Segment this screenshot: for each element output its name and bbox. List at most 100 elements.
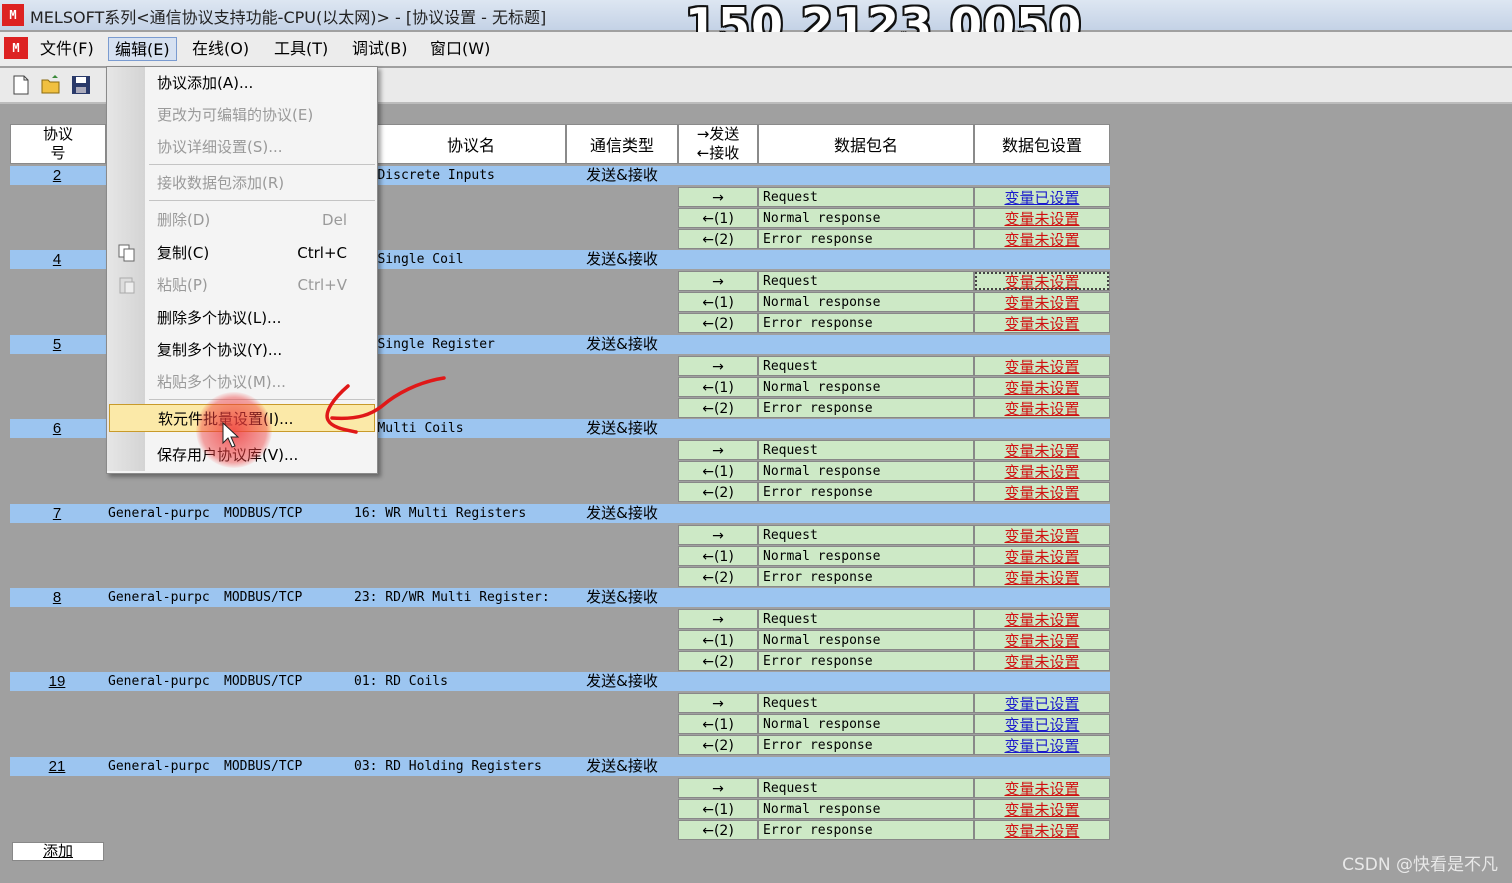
packet-name[interactable]: Request <box>758 609 974 629</box>
packet-name[interactable]: Normal response <box>758 799 974 819</box>
menu-file[interactable]: 文件(F) <box>34 37 100 61</box>
packet-name[interactable]: Error response <box>758 398 974 418</box>
menu-separator <box>149 200 375 201</box>
protocol-name: RD Discrete Inputs <box>354 168 495 183</box>
edit-menu-item[interactable]: 复制(C) Ctrl+C <box>147 239 375 267</box>
protocol-number[interactable]: 8 <box>10 588 104 607</box>
packet-direction: ←(1) <box>678 799 758 819</box>
packet-direction: → <box>678 356 758 376</box>
packet-setting-link[interactable]: 变量未设置 <box>974 820 1110 840</box>
packet-setting-link[interactable]: 变量已设置 <box>974 735 1110 755</box>
app-logo-icon: M <box>2 4 24 26</box>
protocol-number[interactable]: 6 <box>10 419 104 438</box>
edit-menu-item[interactable]: 协议添加(A)... <box>147 69 375 97</box>
packet-name[interactable]: Normal response <box>758 461 974 481</box>
packet-name[interactable]: Normal response <box>758 292 974 312</box>
edit-menu-item-label: 复制多个协议(Y)... <box>157 341 283 359</box>
packet-name[interactable]: Request <box>758 778 974 798</box>
packet-setting-link[interactable]: 变量未设置 <box>974 398 1110 418</box>
packet-setting-link[interactable]: 变量未设置 <box>974 799 1110 819</box>
edit-menu-item-shortcut: Ctrl+V <box>297 276 347 294</box>
open-folder-icon[interactable] <box>40 74 62 96</box>
packet-name[interactable]: Error response <box>758 651 974 671</box>
packet-name[interactable]: Normal response <box>758 377 974 397</box>
annotation-arrow-icon <box>325 376 446 434</box>
packet-setting-link[interactable]: 变量未设置 <box>974 377 1110 397</box>
packet-name[interactable]: Request <box>758 440 974 460</box>
packet-name[interactable]: Error response <box>758 229 974 249</box>
packet-setting-link[interactable]: 变量未设置 <box>974 630 1110 650</box>
packet-name[interactable]: Error response <box>758 820 974 840</box>
protocol-number[interactable]: 19 <box>10 672 104 691</box>
packet-setting-link[interactable]: 变量已设置 <box>974 187 1110 207</box>
protocol-number[interactable]: 2 <box>10 166 104 185</box>
edit-menu-item[interactable]: 删除多个协议(L)... <box>147 304 375 332</box>
packet-setting-link[interactable]: 变量未设置 <box>974 778 1110 798</box>
packet-setting-link[interactable]: 变量未设置 <box>974 440 1110 460</box>
packet-setting-link[interactable]: 变量未设置 <box>974 313 1110 333</box>
packet-setting-link[interactable]: 变量已设置 <box>974 693 1110 713</box>
packet-setting-link[interactable]: 变量未设置 <box>974 567 1110 587</box>
edit-menu-item: 删除(D) Del <box>147 206 375 234</box>
packet-setting-link[interactable]: 变量未设置 <box>974 525 1110 545</box>
menu-logo-icon[interactable]: M <box>4 37 28 59</box>
packet-setting-link[interactable]: 变量未设置 <box>974 208 1110 228</box>
protocol-name: 03: RD Holding Registers <box>354 759 542 774</box>
packet-setting-link[interactable]: 变量未设置 <box>974 651 1110 671</box>
packet-name[interactable]: Request <box>758 187 974 207</box>
packet-name[interactable]: Normal response <box>758 208 974 228</box>
comm-type: 发送&接收 <box>586 419 658 437</box>
packet-direction: ←(2) <box>678 313 758 333</box>
protocol-number[interactable]: 7 <box>10 504 104 523</box>
packet-setting-link[interactable]: 变量未设置 <box>974 546 1110 566</box>
new-file-icon[interactable] <box>10 74 32 96</box>
packet-setting-link[interactable]: 变量未设置 <box>974 292 1110 312</box>
protocol-category: General-purpc <box>108 506 210 521</box>
menu-window[interactable]: 窗口(W) <box>424 37 496 61</box>
protocol-category: General-purpc <box>108 759 210 774</box>
add-protocol-button[interactable]: 添加 <box>12 842 104 861</box>
copy-icon <box>118 244 135 262</box>
save-icon[interactable] <box>70 74 92 96</box>
packet-direction: ←(2) <box>678 735 758 755</box>
packet-name[interactable]: Normal response <box>758 630 974 650</box>
protocol-number[interactable]: 4 <box>10 250 104 269</box>
packet-setting-link[interactable]: 变量未设置 <box>974 609 1110 629</box>
packet-name[interactable]: Request <box>758 356 974 376</box>
menu-tools[interactable]: 工具(T) <box>268 37 334 61</box>
packet-name[interactable]: Request <box>758 525 974 545</box>
packet-name[interactable]: Request <box>758 693 974 713</box>
menu-online[interactable]: 在线(O) <box>186 37 255 61</box>
comm-type: 发送&接收 <box>586 250 658 268</box>
packet-name[interactable]: Error response <box>758 567 974 587</box>
protocol-name: 01: RD Coils <box>354 674 448 689</box>
edit-menu-item[interactable]: 复制多个协议(Y)... <box>147 336 375 364</box>
header-packet-settings: 数据包设置 <box>974 124 1110 164</box>
packet-setting-link[interactable]: 变量未设置 <box>974 229 1110 249</box>
protocol-manufacturer: MODBUS/TCP <box>224 506 303 521</box>
paste-icon <box>119 277 135 294</box>
protocol-name: 16: WR Multi Registers <box>354 506 527 521</box>
packet-direction: → <box>678 525 758 545</box>
protocol-number[interactable]: 21 <box>10 757 104 776</box>
packet-direction: ←(2) <box>678 398 758 418</box>
packet-name[interactable]: Error response <box>758 313 974 333</box>
protocol-number[interactable]: 5 <box>10 335 104 354</box>
packet-setting-link[interactable]: 变量未设置 <box>974 461 1110 481</box>
packet-direction: ←(2) <box>678 651 758 671</box>
edit-menu-item-shortcut: Del <box>322 211 347 229</box>
packet-name[interactable]: Normal response <box>758 714 974 734</box>
packet-name[interactable]: Error response <box>758 482 974 502</box>
menu-debug[interactable]: 调试(B) <box>346 37 413 61</box>
menu-bar: M 文件(F) 编辑(E) 在线(O) 工具(T) 调试(B) 窗口(W) <box>0 32 1512 66</box>
packet-setting-link[interactable]: 变量已设置 <box>974 714 1110 734</box>
packet-name[interactable]: Error response <box>758 735 974 755</box>
packet-setting-link[interactable]: 变量未设置 <box>974 482 1110 502</box>
packet-name[interactable]: Request <box>758 271 974 291</box>
packet-direction: ←(1) <box>678 714 758 734</box>
packet-direction: ←(2) <box>678 229 758 249</box>
packet-setting-link[interactable]: 变量未设置 <box>974 356 1110 376</box>
packet-name[interactable]: Normal response <box>758 546 974 566</box>
packet-setting-link[interactable]: 变量未设置 <box>974 271 1110 291</box>
menu-edit[interactable]: 编辑(E) <box>108 37 177 61</box>
